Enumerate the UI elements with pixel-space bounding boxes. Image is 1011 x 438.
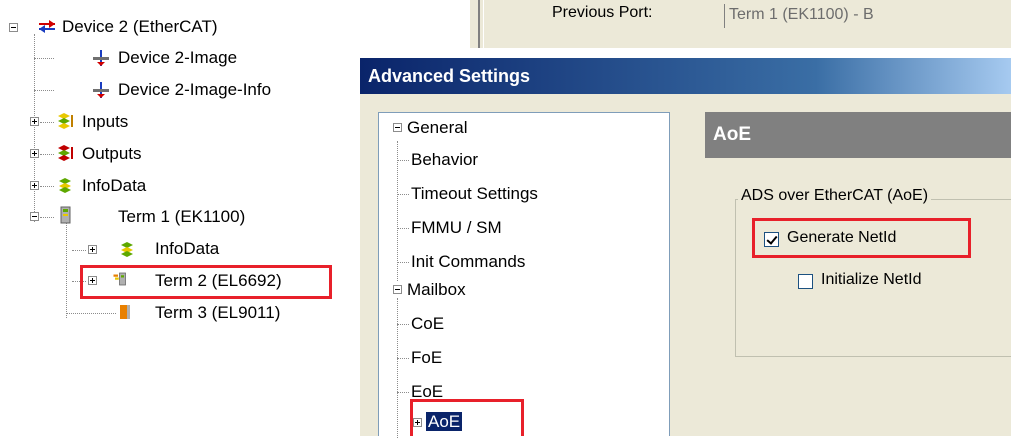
outputs-icon	[58, 145, 73, 161]
tree-item-device-image-info[interactable]: Device 2-Image-Info	[118, 79, 271, 101]
tree-item-outputs[interactable]: Outputs	[82, 143, 142, 165]
settings-tree: General Behavior Timeout Settings FMMU /…	[378, 112, 670, 438]
ethercat-device-icon	[39, 20, 55, 33]
tree-item-term1-infodata[interactable]: InfoData	[155, 238, 219, 260]
panel-divider	[478, 0, 480, 48]
tree-item-device-2[interactable]: Device 2 (EtherCAT)	[62, 16, 218, 38]
infodata-icon	[59, 178, 71, 193]
tree-item-coe[interactable]: CoE	[411, 313, 444, 335]
advanced-settings-dialog: Advanced Settings General Behavior Timeo…	[360, 58, 1011, 438]
panel-divider-highlight	[483, 0, 484, 48]
general-collapse-toggle[interactable]	[393, 123, 402, 132]
mailbox-collapse-toggle[interactable]	[393, 285, 402, 294]
tree-item-general[interactable]: General	[407, 117, 467, 139]
outputs-expand-toggle[interactable]	[30, 149, 39, 158]
term1-infodata-expand-toggle[interactable]	[88, 245, 97, 254]
aoe-groupbox-title: ADS over EtherCAT (AoE)	[738, 187, 932, 205]
terminal-el9011-icon	[120, 305, 130, 319]
device-collapse-toggle[interactable]	[9, 23, 18, 32]
previous-port-label: Previous Port:	[552, 4, 653, 21]
inputs-icon	[58, 113, 73, 129]
term1-collapse-toggle[interactable]	[30, 212, 39, 221]
tree-item-init-commands[interactable]: Init Commands	[411, 251, 525, 273]
tree-item-timeout-settings[interactable]: Timeout Settings	[411, 183, 538, 205]
tree-item-infodata[interactable]: InfoData	[82, 175, 146, 197]
highlight-generate-netid	[752, 218, 971, 258]
previous-port-field[interactable]: Term 1 (EK1100) - B	[724, 4, 1011, 28]
tree-item-mailbox[interactable]: Mailbox	[407, 279, 466, 301]
terminal-coupler-icon	[60, 206, 71, 224]
initialize-netid-checkbox[interactable]	[798, 274, 813, 289]
inputs-expand-toggle[interactable]	[30, 117, 39, 126]
tree-item-inputs[interactable]: Inputs	[82, 111, 128, 133]
tree-item-fmmu-sm[interactable]: FMMU / SM	[411, 217, 502, 239]
infodata-expand-toggle[interactable]	[30, 181, 39, 190]
tree-item-foe[interactable]: FoE	[411, 347, 442, 369]
highlight-term2	[80, 265, 332, 299]
image-icon	[93, 50, 109, 66]
tree-item-behavior[interactable]: Behavior	[411, 149, 478, 171]
section-header-aoe: AoE	[705, 112, 1011, 158]
dialog-title[interactable]: Advanced Settings	[360, 58, 1011, 94]
tree-item-device-image[interactable]: Device 2-Image	[118, 47, 237, 69]
initialize-netid-label[interactable]: Initialize NetId	[821, 271, 922, 289]
tree-item-term3[interactable]: Term 3 (EL9011)	[155, 302, 280, 324]
term1-infodata-icon	[121, 242, 133, 257]
property-panel: Previous Port: Term 1 (EK1100) - B	[470, 0, 1011, 48]
image-info-icon	[93, 82, 109, 98]
tree-item-term1[interactable]: Term 1 (EK1100)	[118, 206, 245, 228]
highlight-aoe-item	[410, 399, 524, 436]
